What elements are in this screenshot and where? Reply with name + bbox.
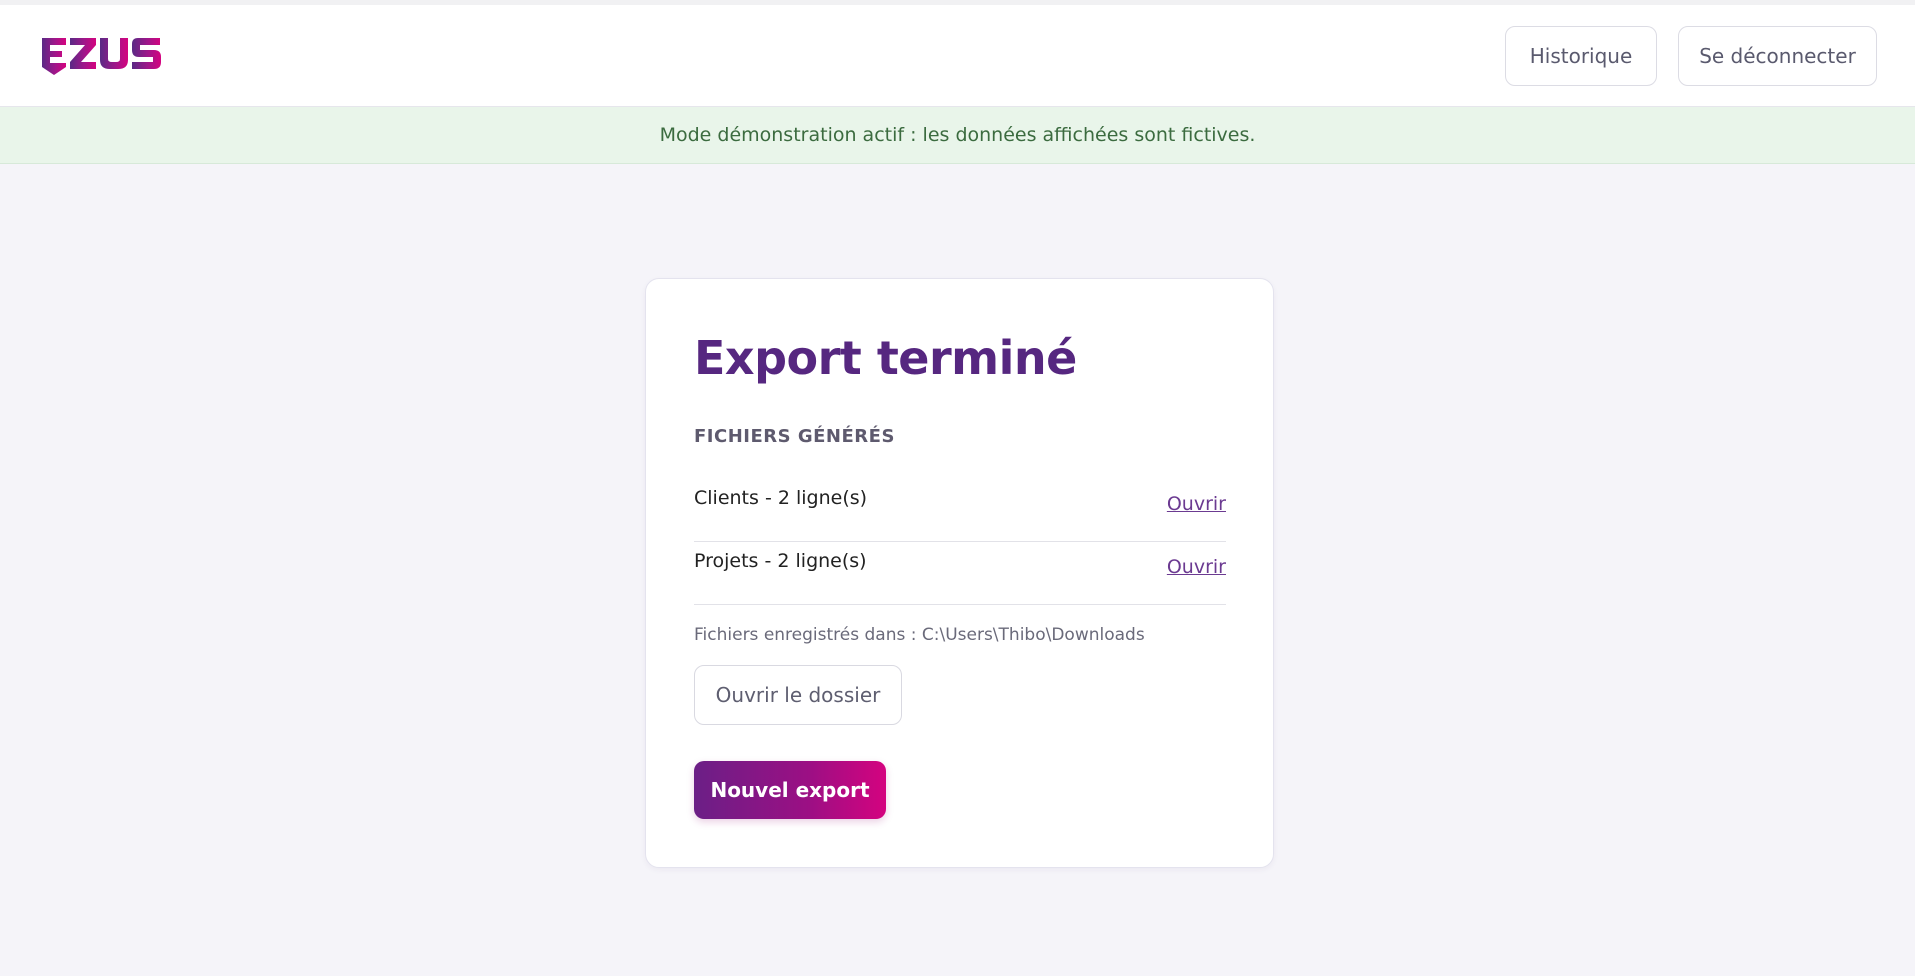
export-result-card: Export terminé FICHIERS GÉNÉRÉS Clients … bbox=[645, 278, 1274, 868]
generated-files-heading: FICHIERS GÉNÉRÉS bbox=[694, 426, 895, 447]
page-title: Export terminé bbox=[694, 331, 1077, 385]
open-folder-button[interactable]: Ouvrir le dossier bbox=[694, 665, 902, 725]
history-button[interactable]: Historique bbox=[1505, 26, 1657, 86]
file-row: Projets - 2 ligne(s) Ouvrir bbox=[694, 542, 1226, 605]
demo-mode-text: Mode démonstration actif : les données a… bbox=[659, 124, 1256, 146]
open-file-link[interactable]: Ouvrir bbox=[1167, 493, 1226, 515]
ezus-logo[interactable] bbox=[40, 35, 170, 81]
file-row: Clients - 2 ligne(s) Ouvrir bbox=[694, 479, 1226, 542]
file-name: Projets - 2 ligne(s) bbox=[694, 550, 867, 572]
app-header: Historique Se déconnecter bbox=[0, 5, 1915, 107]
file-name: Clients - 2 ligne(s) bbox=[694, 487, 868, 509]
save-location-text: Fichiers enregistrés dans : C:\Users\Thi… bbox=[694, 625, 1145, 645]
demo-mode-banner: Mode démonstration actif : les données a… bbox=[0, 107, 1915, 164]
open-file-link[interactable]: Ouvrir bbox=[1167, 556, 1226, 578]
new-export-button[interactable]: Nouvel export bbox=[694, 761, 886, 819]
logout-button[interactable]: Se déconnecter bbox=[1678, 26, 1877, 86]
